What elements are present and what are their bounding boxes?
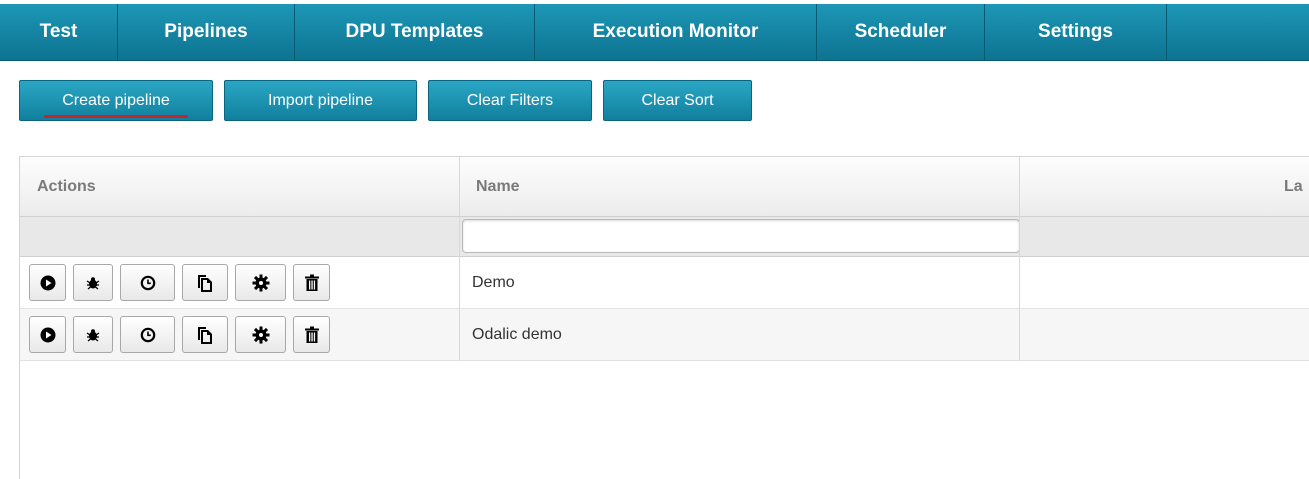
clear-filters-button[interactable]: Clear Filters [428,80,592,121]
table-header: Actions Name La [20,157,1309,217]
settings-icon [252,274,269,291]
delete-icon [304,326,319,343]
settings-icon [252,326,269,343]
column-divider [459,157,460,361]
column-divider [1019,157,1020,361]
nav-tab-label: Pipelines [164,21,248,42]
row-actions [29,264,337,301]
delete-button[interactable] [293,264,330,301]
run-button[interactable] [29,264,66,301]
nav-tab-label: Settings [1038,21,1113,42]
copy-icon [198,326,212,344]
delete-icon [304,274,319,291]
create-pipeline-label: Create pipeline [62,91,170,109]
schedule-button[interactable] [120,264,175,301]
pipeline-name: Odalic demo [472,326,562,343]
debug-icon [86,328,100,342]
clear-filters-label: Clear Filters [466,91,554,109]
table-row[interactable]: Odalic demo [20,309,1309,361]
nav-tab-scheduler[interactable]: Scheduler [817,4,985,60]
copy-button[interactable] [182,264,228,301]
column-header-name[interactable]: Name [476,157,1016,216]
settings-button[interactable] [235,316,286,353]
schedule-icon [140,327,155,342]
run-icon [40,327,55,342]
table-row[interactable]: Demo [20,257,1309,309]
nav-tab-dpu-templates[interactable]: DPU Templates [295,4,535,60]
row-actions [29,316,337,353]
name-filter-input[interactable] [462,219,1020,253]
run-icon [40,275,55,290]
nav-tab-label: Execution Monitor [592,21,759,42]
create-pipeline-button[interactable]: Create pipeline [19,80,213,121]
nav-tab-label: Scheduler [854,21,947,42]
run-button[interactable] [29,316,66,353]
pipelines-table: Actions Name La Demo Odalic demo [19,156,1309,479]
copy-button[interactable] [182,316,228,353]
active-underline [44,115,188,118]
debug-button[interactable] [73,316,113,353]
nav-tab-settings[interactable]: Settings [985,4,1167,60]
delete-button[interactable] [293,316,330,353]
nav-tab-label: Test [39,21,78,42]
import-pipeline-label: Import pipeline [268,91,373,109]
toolbar: Create pipeline Import pipeline Clear Fi… [19,80,763,121]
filter-row [20,217,1309,257]
nav-tab-test[interactable]: Test [0,4,118,60]
clear-sort-button[interactable]: Clear Sort [603,80,752,121]
debug-button[interactable] [73,264,113,301]
top-navigation: Test Pipelines DPU Templates Execution M… [0,4,1309,61]
nav-tab-pipelines[interactable]: Pipelines [118,4,295,60]
nav-tab-execution-monitor[interactable]: Execution Monitor [535,4,817,60]
pipeline-name: Demo [472,274,515,291]
column-header-actions[interactable]: Actions [37,157,437,216]
schedule-icon [140,275,155,290]
settings-button[interactable] [235,264,286,301]
import-pipeline-button[interactable]: Import pipeline [224,80,417,121]
copy-icon [198,274,212,292]
nav-tab-label: DPU Templates [345,21,484,42]
debug-icon [86,276,100,290]
schedule-button[interactable] [120,316,175,353]
clear-sort-label: Clear Sort [641,91,714,109]
column-header-last[interactable]: La [1284,157,1309,216]
